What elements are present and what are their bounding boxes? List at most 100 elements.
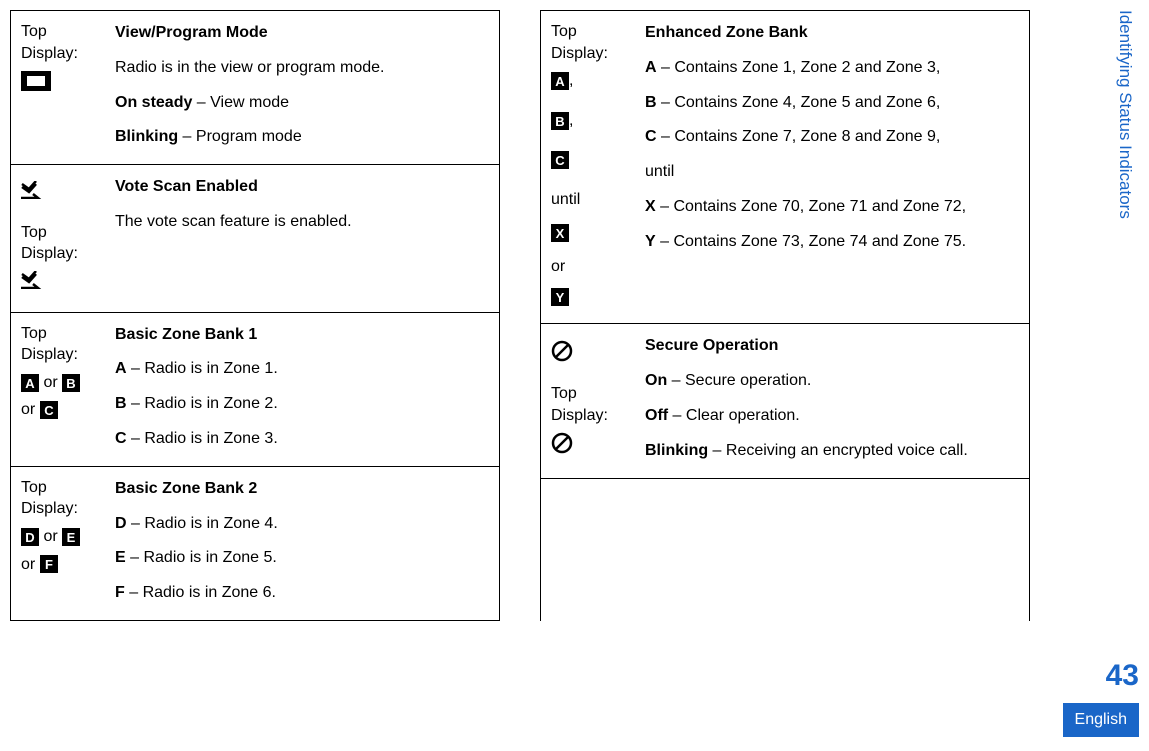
icon-cell: Top Display: A, B, C until X or Y bbox=[541, 11, 641, 323]
row-text: Blinking bbox=[115, 128, 178, 145]
language-badge: English bbox=[1063, 703, 1139, 737]
row-text: On bbox=[645, 372, 667, 389]
row-text: – Radio is in Zone 4. bbox=[127, 515, 278, 532]
row-text: – Contains Zone 70, Zone 71 and Zone 72, bbox=[656, 198, 966, 215]
row-text: C bbox=[115, 430, 127, 447]
page-number: 43 bbox=[1106, 659, 1139, 693]
table-row: Top Display: A or B or C Basic Zone Bank… bbox=[11, 313, 499, 467]
row-text: until bbox=[645, 160, 1019, 185]
svg-text:C: C bbox=[555, 153, 565, 168]
or-text: or bbox=[21, 556, 40, 573]
svg-text:E: E bbox=[67, 530, 76, 545]
zone-e-icon: E bbox=[62, 528, 80, 546]
row-text: A bbox=[645, 59, 657, 76]
row-text: Radio is in the view or program mode. bbox=[115, 56, 489, 81]
secure-icon bbox=[551, 432, 573, 461]
zone-b-icon: B bbox=[551, 112, 569, 130]
desc-cell: View/Program Mode Radio is in the view o… bbox=[111, 11, 499, 164]
zone-d-icon: D bbox=[21, 528, 39, 546]
icon-label: Top Display: bbox=[21, 479, 78, 518]
icon-label: Top Display: bbox=[21, 23, 78, 62]
row-text: – Contains Zone 73, Zone 74 and Zone 75. bbox=[656, 233, 966, 250]
svg-text:F: F bbox=[45, 557, 53, 572]
zone-y-icon: Y bbox=[551, 288, 569, 306]
section-title: Identifying Status Indicators bbox=[1115, 10, 1135, 219]
row-text: The vote scan feature is enabled. bbox=[115, 210, 489, 235]
zone-a-icon: A bbox=[21, 374, 39, 392]
icon-cell: Top Display: bbox=[11, 11, 111, 164]
svg-text:A: A bbox=[555, 74, 565, 89]
desc-cell: Basic Zone Bank 1 A – Radio is in Zone 1… bbox=[111, 313, 499, 466]
row-text: C bbox=[645, 128, 657, 145]
row-title: Secure Operation bbox=[645, 334, 1019, 359]
row-text: X bbox=[645, 198, 656, 215]
table-left: Top Display: View/Program Mode Radio is … bbox=[10, 10, 500, 621]
svg-text:D: D bbox=[25, 530, 34, 545]
side-panel: Identifying Status Indicators 43 English bbox=[1059, 0, 1149, 751]
zone-b-icon: B bbox=[62, 374, 80, 392]
row-text: – Contains Zone 7, Zone 8 and Zone 9, bbox=[657, 128, 941, 145]
zone-f-icon: F bbox=[40, 555, 58, 573]
row-text: – Program mode bbox=[178, 128, 302, 145]
desc-cell: Basic Zone Bank 2 D – Radio is in Zone 4… bbox=[111, 467, 499, 620]
row-text: – Radio is in Zone 3. bbox=[127, 430, 278, 447]
desc-cell: Enhanced Zone Bank A – Contains Zone 1, … bbox=[641, 11, 1029, 323]
row-text: D bbox=[115, 515, 127, 532]
svg-text:X: X bbox=[556, 226, 565, 241]
row-title: Vote Scan Enabled bbox=[115, 175, 489, 200]
icon-cell: Top Display: bbox=[11, 165, 111, 311]
row-text: E bbox=[115, 549, 126, 566]
table-row: Top Display: Secure Operation On – Secur… bbox=[541, 324, 1029, 478]
icon-label: Top Display: bbox=[551, 385, 608, 424]
or-text: or bbox=[21, 401, 40, 418]
zone-c-icon: C bbox=[40, 401, 58, 419]
row-text: – Secure operation. bbox=[667, 372, 811, 389]
row-text: Y bbox=[645, 233, 656, 250]
row-text: – Clear operation. bbox=[668, 407, 800, 424]
zone-c-icon: C bbox=[551, 151, 569, 169]
svg-text:Y: Y bbox=[556, 290, 565, 305]
table-row: Top Display: View/Program Mode Radio is … bbox=[11, 11, 499, 165]
row-text: F bbox=[115, 584, 125, 601]
or-text: or bbox=[39, 528, 62, 545]
svg-text:A: A bbox=[25, 376, 35, 391]
until-text: until bbox=[551, 191, 580, 208]
table-row: Top Display: D or E or F Basic Zone Bank… bbox=[11, 467, 499, 621]
icon-cell: Top Display: D or E or F bbox=[11, 467, 111, 620]
row-text: B bbox=[645, 94, 657, 111]
icon-cell: Top Display: bbox=[541, 324, 641, 477]
svg-text:C: C bbox=[44, 403, 54, 418]
row-text: – Radio is in Zone 2. bbox=[127, 395, 278, 412]
desc-cell: Secure Operation On – Secure operation. … bbox=[641, 324, 1029, 477]
row-text: – Radio is in Zone 1. bbox=[127, 360, 278, 377]
row-text: – Radio is in Zone 5. bbox=[126, 549, 277, 566]
row-title: Basic Zone Bank 1 bbox=[115, 323, 489, 348]
row-title: View/Program Mode bbox=[115, 21, 489, 46]
icon-label: Top Display: bbox=[551, 23, 608, 62]
svg-text:B: B bbox=[66, 376, 75, 391]
row-title: Basic Zone Bank 2 bbox=[115, 477, 489, 502]
row-text: Blinking bbox=[645, 442, 708, 459]
icon-label: Top Display: bbox=[21, 224, 78, 263]
table-row: Top Display: Vote Scan Enabled The vote … bbox=[11, 165, 499, 312]
row-text: – Receiving an encrypted voice call. bbox=[708, 442, 968, 459]
icon-cell: Top Display: A or B or C bbox=[11, 313, 111, 466]
row-text: – View mode bbox=[192, 94, 289, 111]
row-text: B bbox=[115, 395, 127, 412]
zone-a-icon: A bbox=[551, 72, 569, 90]
zone-x-icon: X bbox=[551, 224, 569, 242]
row-text: – Contains Zone 1, Zone 2 and Zone 3, bbox=[657, 59, 941, 76]
or-text: or bbox=[39, 374, 62, 391]
row-text: – Radio is in Zone 6. bbox=[125, 584, 276, 601]
vote-scan-icon bbox=[21, 271, 45, 296]
view-program-icon bbox=[21, 71, 51, 91]
desc-cell: Vote Scan Enabled The vote scan feature … bbox=[111, 165, 499, 311]
row-text: Off bbox=[645, 407, 668, 424]
row-title: Enhanced Zone Bank bbox=[645, 21, 1019, 46]
secure-icon bbox=[551, 340, 573, 369]
table-right: Top Display: A, B, C until X or Y Enhanc… bbox=[540, 10, 1030, 621]
svg-text:B: B bbox=[555, 114, 564, 129]
row-text: A bbox=[115, 360, 127, 377]
row-text: On steady bbox=[115, 94, 192, 111]
vote-scan-icon bbox=[21, 181, 45, 206]
